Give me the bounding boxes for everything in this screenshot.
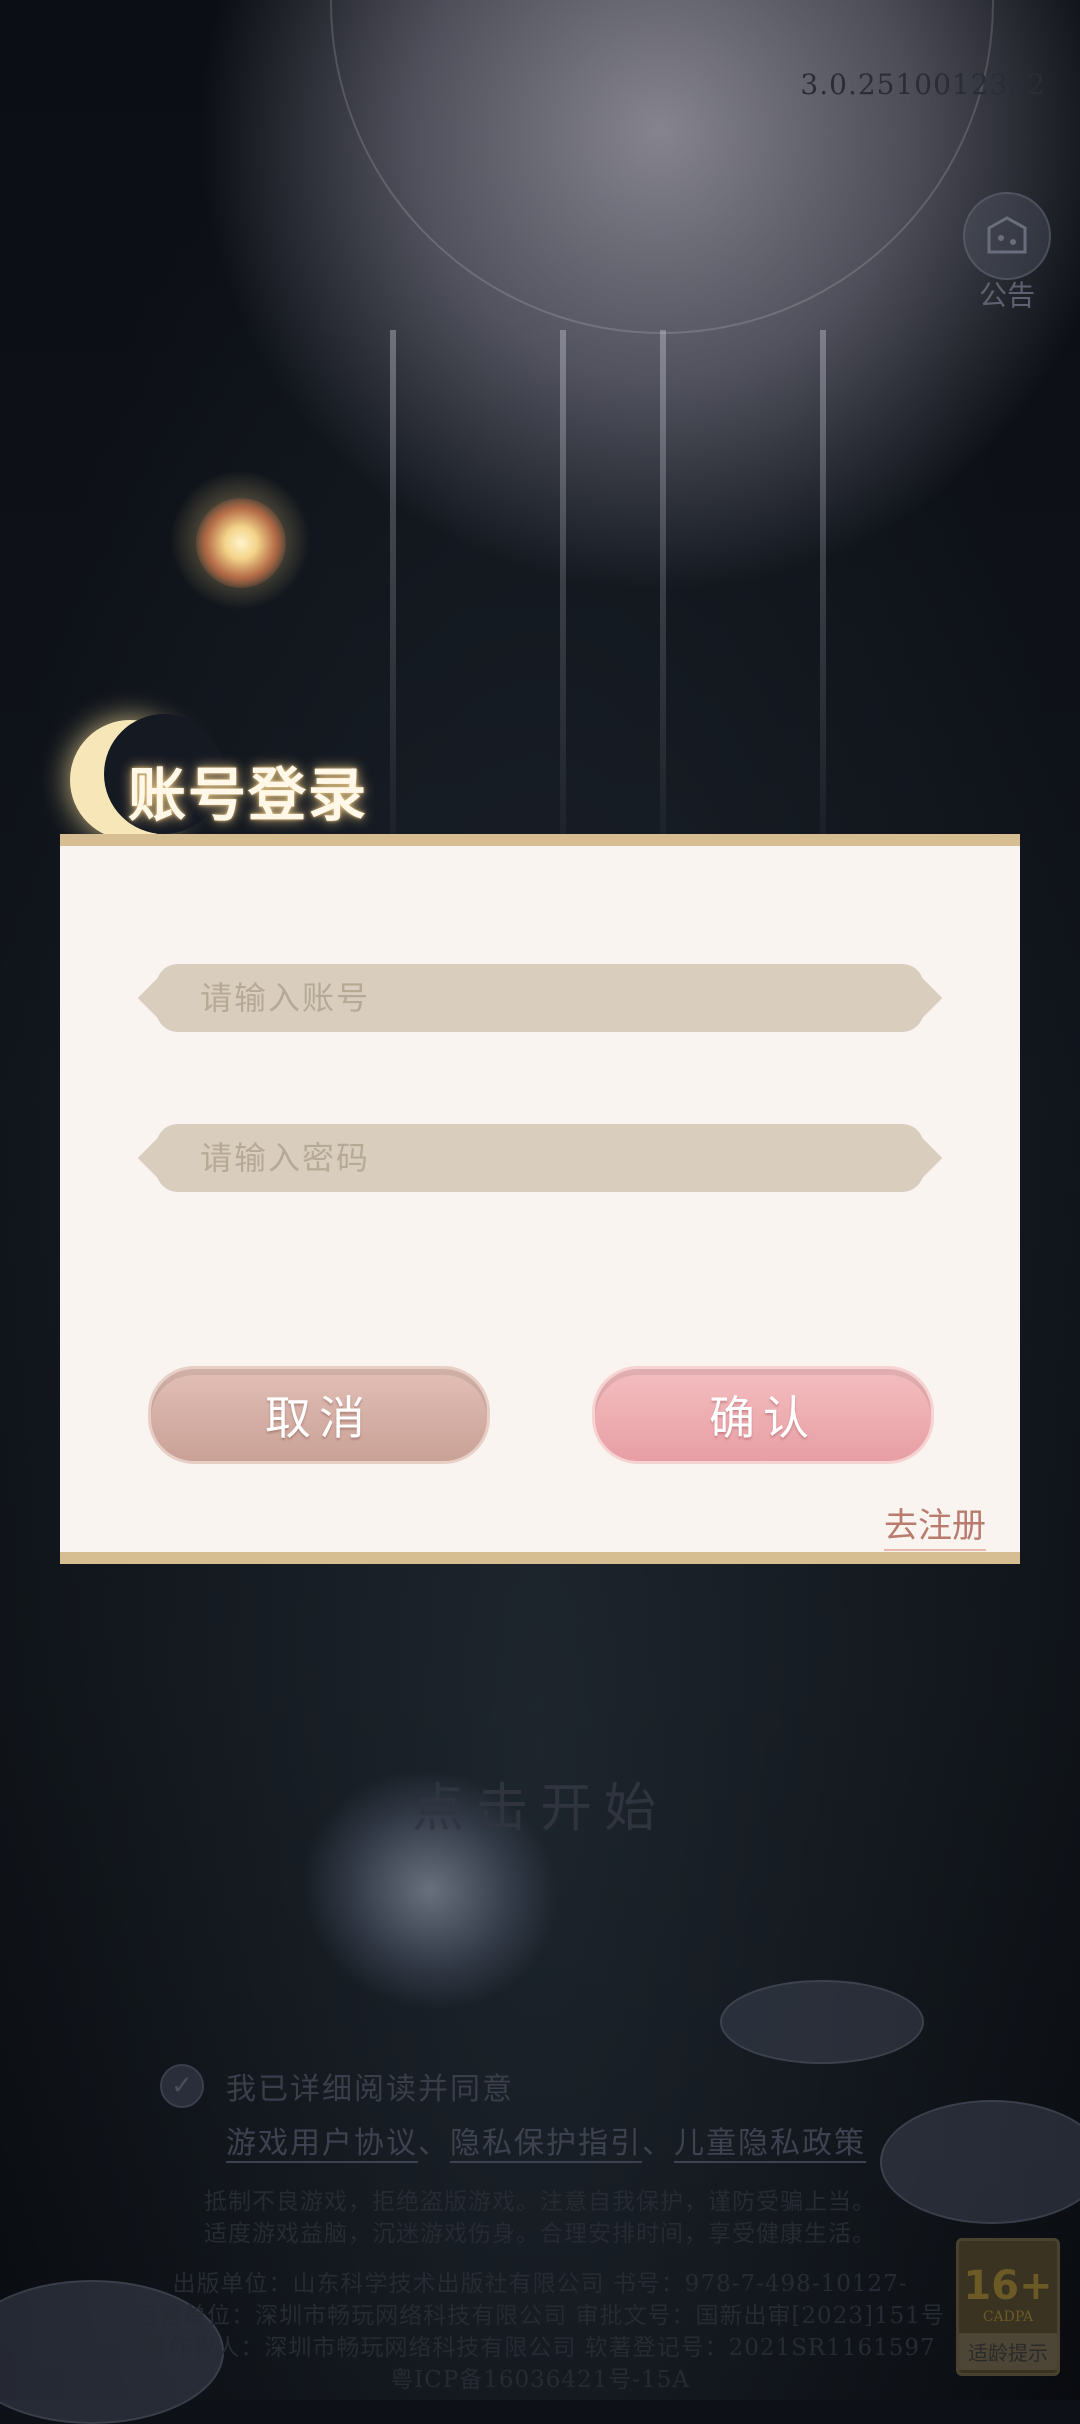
tap-to-start-label[interactable]: 点击开始 [0, 1766, 1080, 1841]
login-dialog: 取消 确认 去注册 [60, 834, 1020, 1564]
register-link[interactable]: 去注册 [884, 1498, 986, 1551]
notice-label: 公告 [978, 279, 1035, 312]
account-field[interactable] [156, 964, 924, 1032]
confirm-button[interactable]: 确认 [592, 1366, 934, 1464]
publisher-info-line: 出版单位：山东科学技术出版社有限公司 书号：978-7-498-10127- [172, 2271, 908, 2297]
age-rating-badge[interactable]: 16+ CADPA 适龄提示 [956, 2238, 1060, 2376]
notice-icon [963, 192, 1051, 280]
password-field[interactable] [156, 1124, 924, 1192]
waterfall-decoration [560, 330, 566, 890]
checkbox-icon[interactable]: ✓ [160, 2064, 204, 2108]
password-input[interactable] [198, 1138, 924, 1178]
privacy-guide-link[interactable]: 隐私保护指引 [450, 2126, 642, 2163]
age-rating-tip: 适龄提示 [959, 2333, 1057, 2370]
cancel-button[interactable]: 取消 [148, 1366, 490, 1464]
link-separator: 、 [418, 2126, 450, 2161]
operator-info-line: 运营单位：深圳市畅玩网络科技有限公司 审批文号：国新出审[2023]151号 [135, 2303, 945, 2329]
lantern-decoration [196, 498, 286, 588]
agreement-links: 游戏用户协议、隐私保护指引、儿童隐私政策 [226, 2118, 866, 2163]
user-agreement-link[interactable]: 游戏用户协议 [226, 2126, 418, 2163]
health-notice-line: 抵制不良游戏，拒绝盗版游戏。注意自我保护，谨防受骗上当。 [204, 2189, 876, 2215]
waterfall-decoration [660, 330, 666, 890]
version-label: 3.0.2510012352 [800, 68, 1046, 101]
age-rating-number: 16+ [963, 2263, 1053, 2309]
child-privacy-link[interactable]: 儿童隐私政策 [674, 2126, 866, 2163]
dialog-title-text: 账号登录 [128, 761, 369, 829]
copyright-info-line: 著作权人：深圳市畅玩网络科技有限公司 软著登记号：2021SR1161597 [144, 2335, 936, 2361]
notice-button[interactable]: 公告 [962, 192, 1052, 312]
link-separator: 、 [642, 2126, 674, 2161]
icp-info-line: 粤ICP备16036421号-15A [390, 2367, 690, 2393]
health-notice-line: 适度游戏益脑，沉迷游戏伤身。合理安排时间，享受健康生活。 [204, 2221, 876, 2247]
dialog-title: 账号登录 [70, 710, 430, 850]
lily-pad-decoration [720, 1980, 924, 2064]
account-input[interactable] [198, 978, 924, 1018]
agreement-label: 我已详细阅读并同意 [226, 2072, 514, 2107]
age-rating-org: CADPA [982, 2309, 1034, 2325]
waterfall-decoration [820, 330, 826, 890]
agreement-checkbox-row[interactable]: ✓ 我已详细阅读并同意 [160, 2064, 514, 2108]
